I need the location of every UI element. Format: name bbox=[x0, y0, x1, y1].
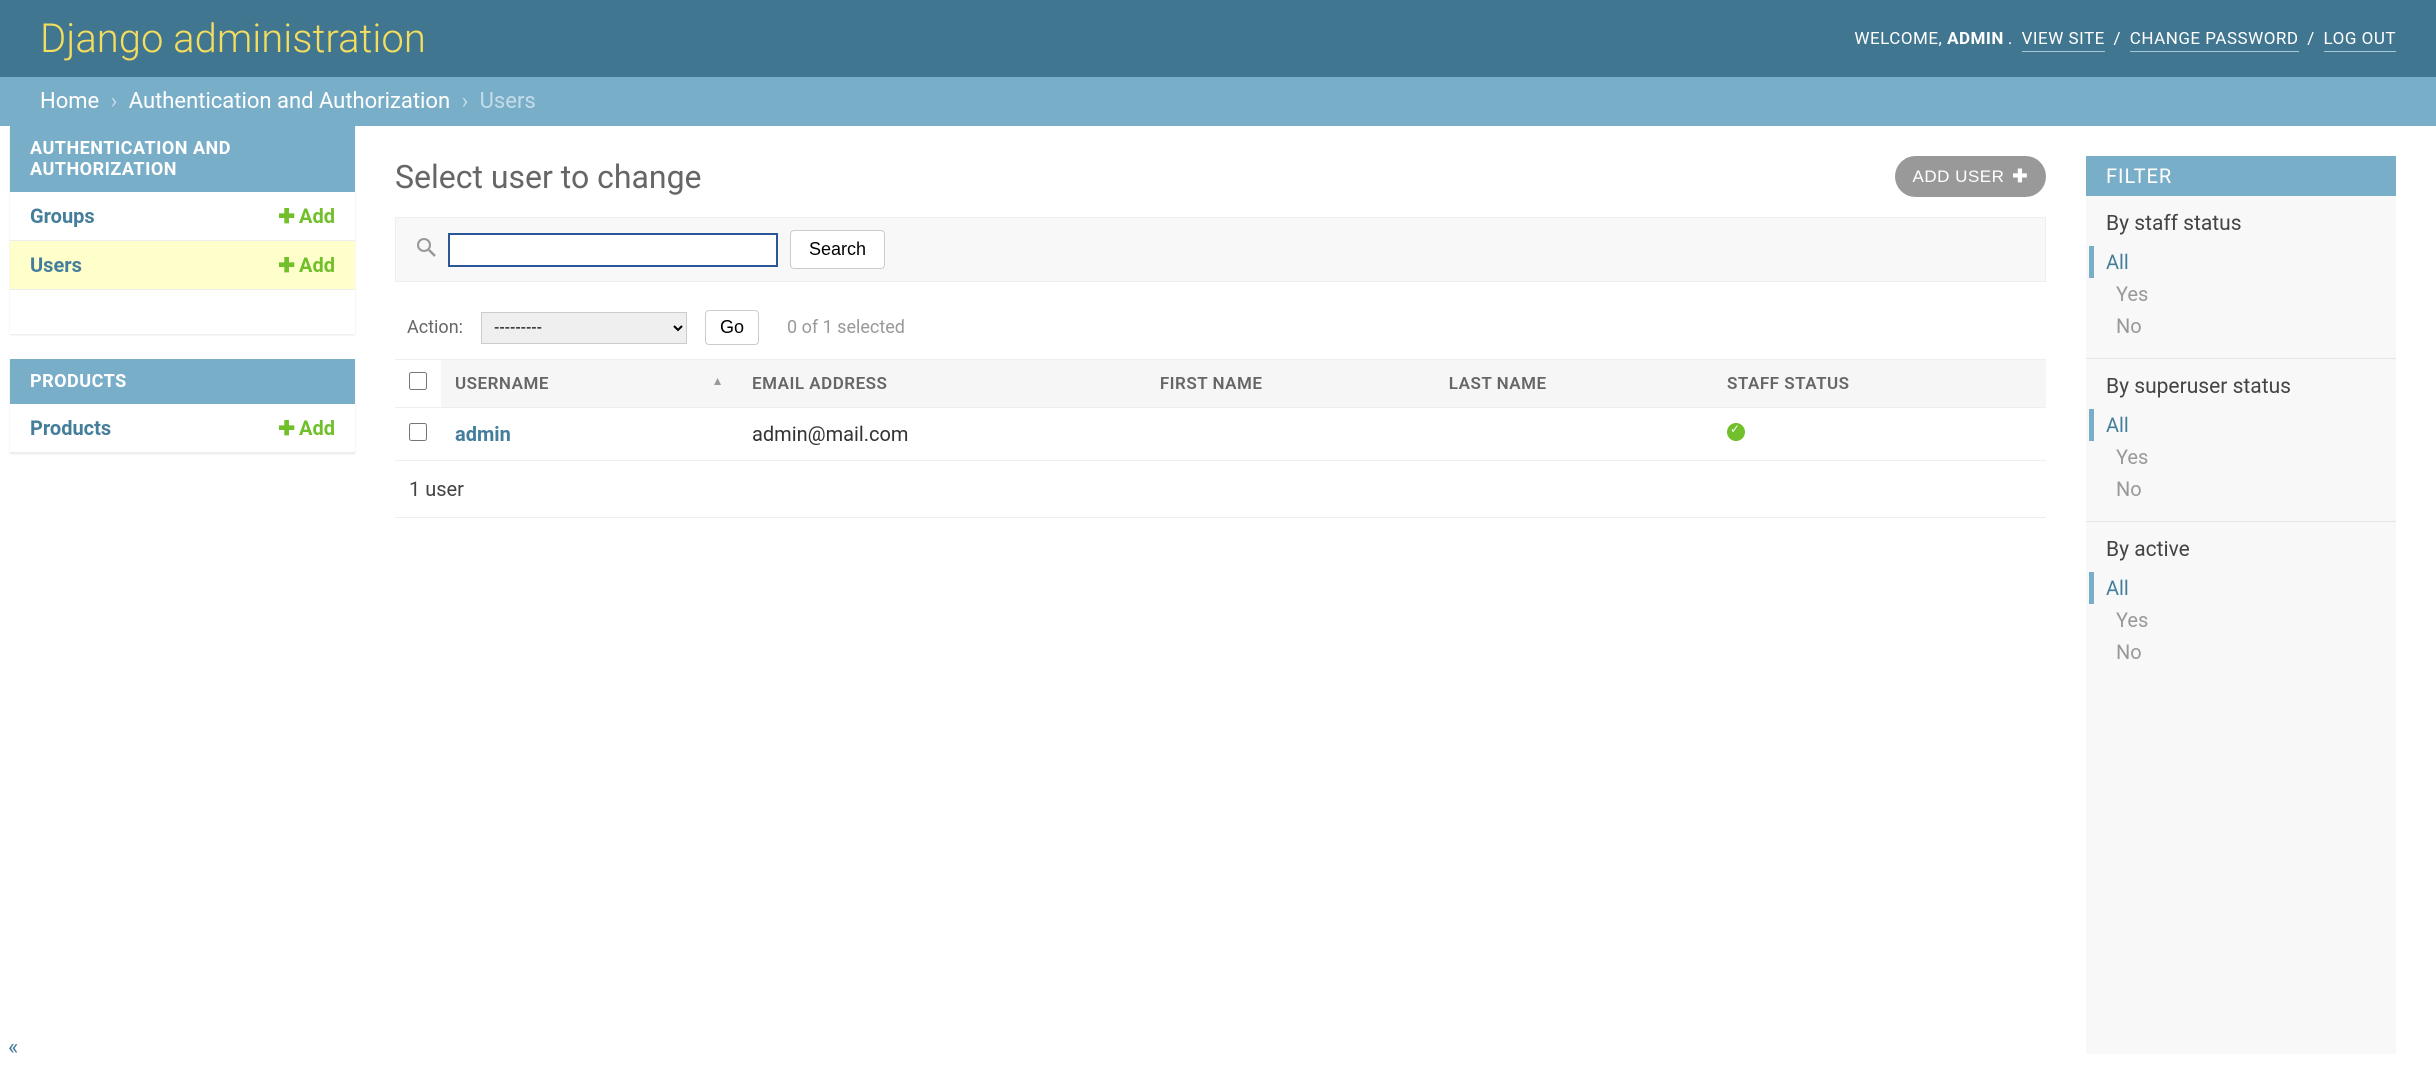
add-user-button[interactable]: ADD USER ✚ bbox=[1895, 156, 2046, 197]
breadcrumb-current: Users bbox=[480, 89, 536, 114]
logout-link[interactable]: LOG OUT bbox=[2324, 29, 2396, 52]
search-toolbar: Search bbox=[395, 217, 2046, 282]
plus-icon: ✚ bbox=[278, 204, 295, 228]
breadcrumb-home[interactable]: Home bbox=[40, 89, 99, 114]
sidebar-app-caption-products: PRODUCTS bbox=[10, 359, 355, 404]
row-staff-status bbox=[1713, 408, 2046, 461]
toggle-nav-icon[interactable]: « bbox=[8, 1035, 18, 1060]
search-input[interactable] bbox=[448, 233, 778, 267]
filter-option[interactable]: No bbox=[2106, 473, 2376, 505]
search-icon bbox=[416, 237, 436, 262]
sidebar-item-products[interactable]: Products ✚Add bbox=[10, 404, 355, 453]
sidebar-link-products[interactable]: Products bbox=[30, 416, 111, 440]
add-group-link[interactable]: ✚Add bbox=[278, 204, 335, 228]
row-checkbox[interactable] bbox=[409, 423, 427, 441]
go-button[interactable]: Go bbox=[705, 310, 759, 345]
action-select[interactable]: --------- bbox=[481, 312, 687, 344]
content-main: Select user to change ADD USER ✚ Search … bbox=[395, 156, 2046, 1054]
col-last-name[interactable]: LAST NAME bbox=[1435, 360, 1713, 408]
header: Django administration WELCOME, ADMIN. VI… bbox=[0, 0, 2436, 77]
filter-group-title: By staff status bbox=[2086, 196, 2396, 246]
filter-group-title: By superuser status bbox=[2086, 359, 2396, 409]
filter-option[interactable]: Yes bbox=[2106, 604, 2376, 636]
sort-asc-icon: ▲ bbox=[712, 374, 724, 388]
plus-icon: ✚ bbox=[278, 253, 295, 277]
plus-icon: ✚ bbox=[278, 416, 295, 440]
plus-icon: ✚ bbox=[2012, 166, 2028, 187]
row-last-name bbox=[1435, 408, 1713, 461]
selection-counter: 0 of 1 selected bbox=[787, 317, 905, 338]
breadcrumb-app[interactable]: Authentication and Authorization bbox=[129, 89, 450, 114]
breadcrumb: Home › Authentication and Authorization … bbox=[0, 77, 2436, 126]
sidebar-link-users[interactable]: Users bbox=[30, 253, 82, 277]
sidebar: AUTHENTICATION AND AUTHORIZATION Groups … bbox=[0, 126, 355, 1084]
user-tools: WELCOME, ADMIN. VIEW SITE / CHANGE PASSW… bbox=[1854, 29, 2396, 49]
search-button[interactable]: Search bbox=[790, 230, 885, 269]
col-email[interactable]: EMAIL ADDRESS bbox=[738, 360, 1146, 408]
paginator: 1 user bbox=[395, 461, 2046, 518]
filter-option[interactable]: No bbox=[2106, 636, 2376, 668]
page-title: Select user to change bbox=[395, 158, 702, 196]
filter-group-title: By active bbox=[2086, 522, 2396, 572]
add-user-link[interactable]: ✚Add bbox=[278, 253, 335, 277]
add-product-link[interactable]: ✚Add bbox=[278, 416, 335, 440]
filter-option[interactable]: All bbox=[2089, 246, 2376, 278]
filter-option[interactable]: Yes bbox=[2106, 441, 2376, 473]
sidebar-item-users[interactable]: Users ✚Add bbox=[10, 241, 355, 290]
filter-heading: FILTER bbox=[2086, 156, 2396, 196]
welcome-prefix: WELCOME, bbox=[1854, 29, 1947, 49]
row-username-link[interactable]: admin bbox=[455, 422, 511, 446]
sidebar-item-groups[interactable]: Groups ✚Add bbox=[10, 192, 355, 241]
view-site-link[interactable]: VIEW SITE bbox=[2022, 29, 2105, 52]
filter-panel: FILTER By staff status All Yes No By sup… bbox=[2086, 156, 2396, 1054]
branding[interactable]: Django administration bbox=[40, 15, 426, 62]
col-staff-status[interactable]: STAFF STATUS bbox=[1713, 360, 2046, 408]
sidebar-app-caption-auth: AUTHENTICATION AND AUTHORIZATION bbox=[10, 126, 355, 192]
table-row: admin admin@mail.com bbox=[395, 408, 2046, 461]
results-table: USERNAME▲ EMAIL ADDRESS FIRST NAME LAST … bbox=[395, 359, 2046, 461]
action-label: Action: bbox=[407, 317, 463, 338]
select-all-checkbox[interactable] bbox=[409, 372, 427, 390]
check-true-icon bbox=[1727, 423, 1745, 441]
filter-option[interactable]: All bbox=[2089, 572, 2376, 604]
change-password-link[interactable]: CHANGE PASSWORD bbox=[2130, 29, 2299, 52]
filter-option[interactable]: Yes bbox=[2106, 278, 2376, 310]
row-first-name bbox=[1146, 408, 1435, 461]
filter-option[interactable]: All bbox=[2089, 409, 2376, 441]
sidebar-link-groups[interactable]: Groups bbox=[30, 204, 95, 228]
row-email: admin@mail.com bbox=[738, 408, 1146, 461]
actions-bar: Action: --------- Go 0 of 1 selected bbox=[395, 310, 2046, 345]
username: ADMIN bbox=[1947, 29, 2004, 49]
filter-option[interactable]: No bbox=[2106, 310, 2376, 342]
col-username[interactable]: USERNAME▲ bbox=[441, 360, 738, 408]
col-first-name[interactable]: FIRST NAME bbox=[1146, 360, 1435, 408]
